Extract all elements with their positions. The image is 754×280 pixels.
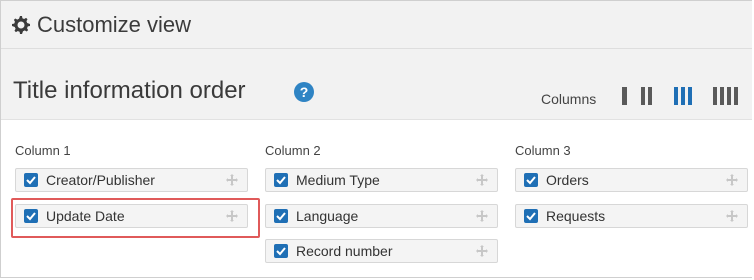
drag-handle-icon[interactable] xyxy=(225,173,239,187)
drag-handle-icon[interactable] xyxy=(475,244,489,258)
checkbox-checked[interactable] xyxy=(24,173,38,187)
chip-label: Requests xyxy=(546,208,606,224)
checkbox-checked[interactable] xyxy=(274,244,288,258)
checkbox-checked[interactable] xyxy=(524,209,538,223)
field-chip-medium-type[interactable]: Medium Type xyxy=(265,168,498,192)
chip-label: Medium Type xyxy=(296,172,380,188)
highlight-box xyxy=(11,198,260,238)
columns-3-button[interactable] xyxy=(674,87,692,105)
drag-handle-icon[interactable] xyxy=(725,209,739,223)
checkbox-checked[interactable] xyxy=(274,209,288,223)
title-info-order-section: Title information order ? Columns xyxy=(1,49,752,120)
field-chip-language[interactable]: Language xyxy=(265,204,498,228)
checkbox-checked[interactable] xyxy=(524,173,538,187)
column-3-header: Column 3 xyxy=(515,143,571,158)
field-chip-orders[interactable]: Orders xyxy=(515,168,748,192)
field-chip-record-number[interactable]: Record number xyxy=(265,239,498,263)
drag-handle-icon[interactable] xyxy=(725,173,739,187)
chip-label: Language xyxy=(296,208,359,224)
columns-2-button[interactable] xyxy=(641,87,652,105)
checkbox-checked[interactable] xyxy=(274,173,288,187)
panel-header: Customize view xyxy=(1,1,752,49)
chip-label: Orders xyxy=(546,172,589,188)
drag-handle-icon[interactable] xyxy=(475,173,489,187)
column-2-header: Column 2 xyxy=(265,143,321,158)
gear-icon xyxy=(12,15,30,34)
chip-label: Record number xyxy=(296,243,393,259)
columns-label: Columns xyxy=(541,91,597,107)
field-chip-requests[interactable]: Requests xyxy=(515,204,748,228)
customize-view-panel: Customize view Title information order ?… xyxy=(0,0,752,278)
help-icon[interactable]: ? xyxy=(294,82,314,102)
columns-4-button[interactable] xyxy=(713,87,738,105)
drag-handle-icon[interactable] xyxy=(475,209,489,223)
chip-label: Creator/Publisher xyxy=(46,172,155,188)
column-1-header: Column 1 xyxy=(15,143,71,158)
field-chip-creator-publisher[interactable]: Creator/Publisher xyxy=(15,168,248,192)
section-title: Title information order xyxy=(13,77,246,104)
panel-title: Customize view xyxy=(37,11,192,37)
columns-1-button[interactable] xyxy=(622,87,627,105)
